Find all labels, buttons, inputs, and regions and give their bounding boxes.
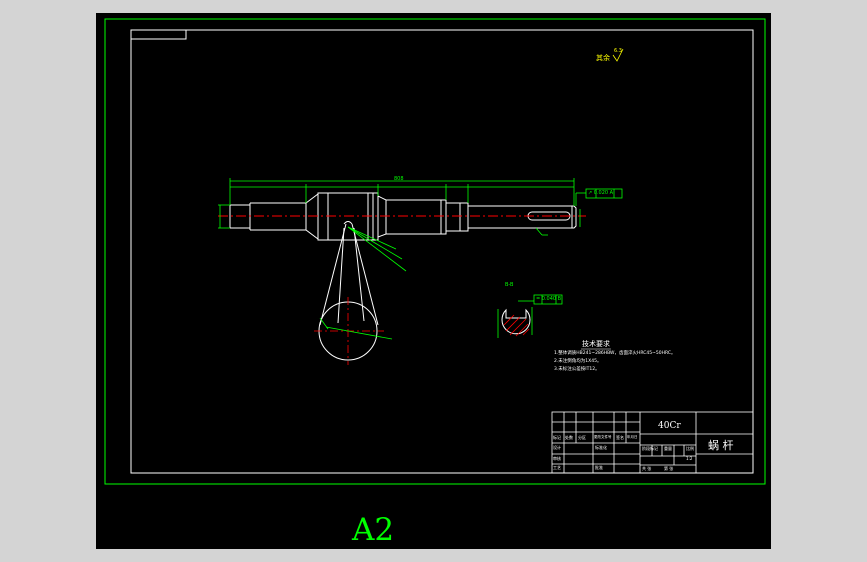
detail-dimension-rays [319,226,407,340]
section-b-b [501,308,531,335]
title-block-label: 重量 [664,446,672,451]
title-block-label: 比例 [686,446,694,451]
tolerance-frame-upper: ↗ 0.020 A [588,190,614,196]
roughness-note: 其余 [596,54,610,62]
tolerance-frame-section: = 0.040 B [536,296,562,302]
title-block-label: 标记 [553,435,561,440]
tech-requirement-line: 3.未标注公差按IT12。 [554,367,600,372]
tech-requirements-title: 技术要求 [582,340,610,348]
title-block-label: 更改文件号 [594,435,612,439]
roughness-value: 6.3 [614,48,622,54]
tech-requirement-line: 2.未注倒角均为1X45。 [554,359,602,364]
drawing-code-box [130,29,187,40]
inner-frame [130,29,754,474]
title-block-label: 审核 [553,456,561,461]
title-block-label: 阶段标记 [642,446,658,451]
section-label: B-B [505,282,514,288]
title-block-label: 处数 [565,435,573,440]
drawing-sheet: 其余 6.3 808 ↗ 0.020 A = 0.040 B B-B 技术要求 … [96,13,771,549]
title-block-label: 设计 [553,445,561,450]
title-block-label: 签名 [616,435,624,440]
title-block-label: 年月日 [627,435,638,439]
worm-tooth-detail [318,221,379,361]
title-block-label: 批准 [595,465,603,470]
material-label: 40Cr [658,421,681,431]
part-name-label: 蜗 杆 [708,439,734,452]
title-block-label: 第 张 [664,466,674,471]
title-block-label: 工艺 [553,465,561,470]
title-block-label: 标准化 [595,445,607,450]
title-block-label: 分区 [578,435,586,440]
scale-label: 1:2 [686,456,693,461]
outer-frame [104,18,766,485]
sheet-size-label: A2 [352,512,395,548]
title-block-label: 共 张 [642,466,652,471]
overall-length-dimension: 808 [394,176,404,182]
tech-requirement-line: 1.整体调质HB241~286HBW，齿面淬火HRC45~50HRC。 [554,351,676,356]
